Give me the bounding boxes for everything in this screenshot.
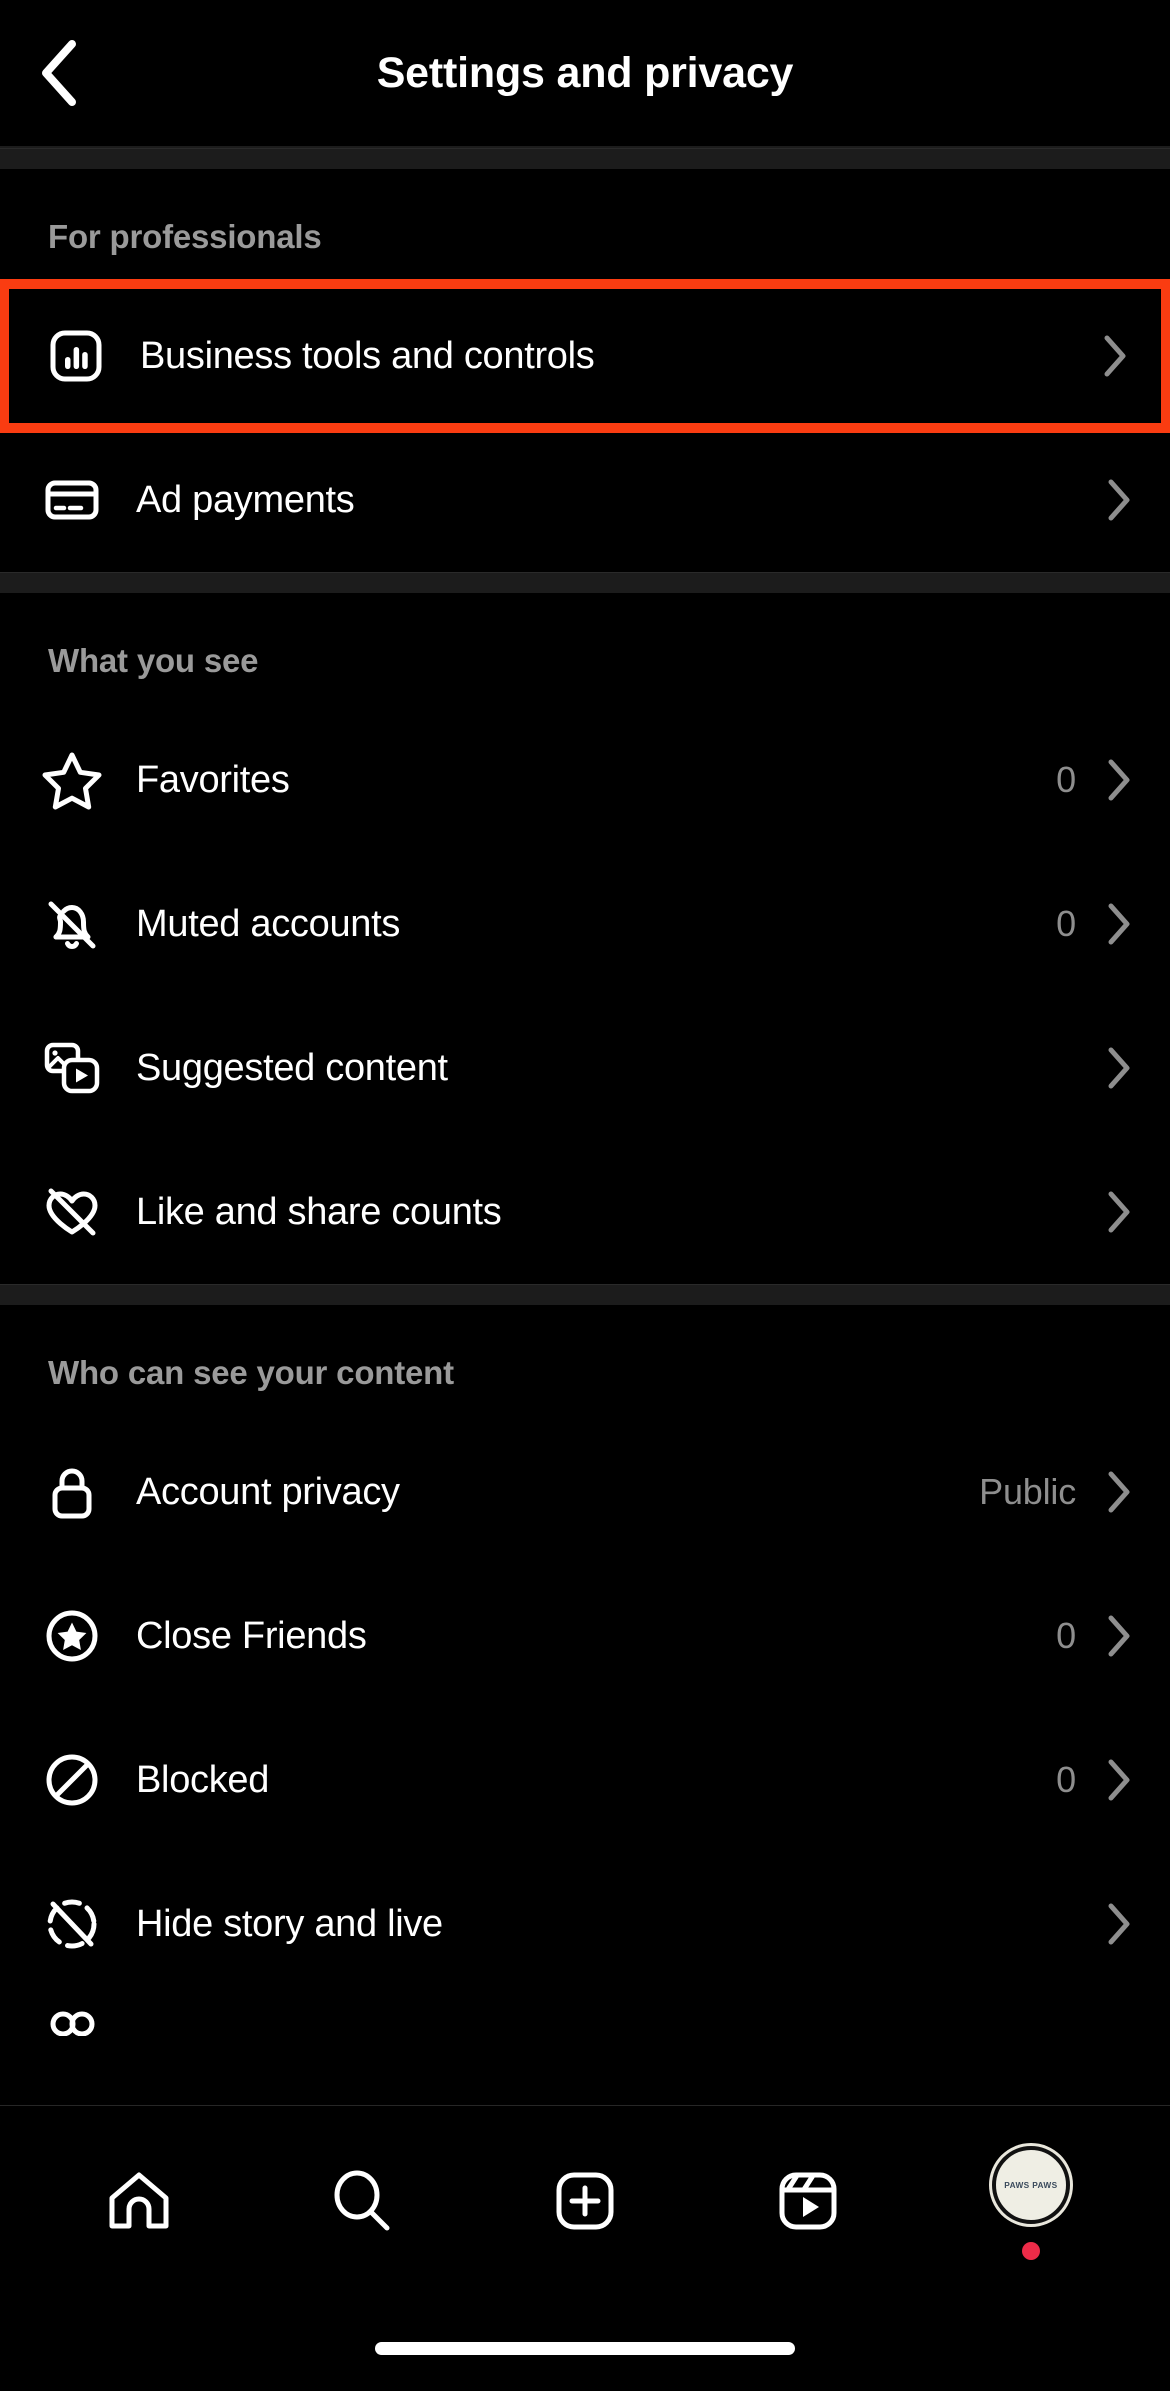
chevron-right-icon: [1102, 1046, 1136, 1090]
dashed-circle-slash-icon: [34, 1886, 110, 1962]
chevron-right-icon: [1102, 1470, 1136, 1514]
sidebar-item-like-and-share-counts[interactable]: Like and share counts: [0, 1140, 1170, 1284]
sidebar-item-blocked[interactable]: Blocked 0: [0, 1708, 1170, 1852]
back-button[interactable]: [16, 30, 102, 116]
home-indicator: [375, 2342, 795, 2355]
section-title-for-professionals: For professionals: [48, 218, 322, 255]
section-separator: [0, 572, 1170, 594]
sidebar-item-muted-accounts[interactable]: Muted accounts 0: [0, 852, 1170, 996]
chevron-right-icon: [1102, 1614, 1136, 1658]
chevron-right-icon: [1102, 1758, 1136, 1802]
list-item-partial[interactable]: [0, 1996, 1170, 2036]
sidebar-item-business-tools-and-controls[interactable]: Business tools and controls: [0, 279, 1170, 433]
row-value: 0: [1056, 1759, 1076, 1800]
lock-icon: [34, 1454, 110, 1530]
plus-square-icon: [556, 2172, 614, 2230]
nav-profile-button[interactable]: PAWS PAWS: [956, 2126, 1106, 2276]
star-outline-icon: [34, 742, 110, 818]
photo-video-icon: [34, 1030, 110, 1106]
reels-icon: [779, 2172, 837, 2230]
section-separator: [0, 1284, 1170, 1306]
row-label: Ad payments: [136, 478, 355, 521]
settings-screen: Settings and privacy For professionals B…: [0, 0, 1170, 2391]
row-label: Business tools and controls: [140, 334, 595, 377]
sidebar-item-close-friends[interactable]: Close Friends 0: [0, 1564, 1170, 1708]
row-label: Muted accounts: [136, 902, 401, 945]
section-title-who-can-see-your-content: Who can see your content: [48, 1354, 454, 1391]
section-for-professionals: For professionals Business tools and con…: [0, 170, 1170, 572]
row-value: 0: [1056, 1615, 1076, 1656]
chevron-right-icon: [1102, 1190, 1136, 1234]
row-value: 0: [1056, 903, 1076, 944]
row-label: Close Friends: [136, 1614, 367, 1657]
sidebar-item-account-privacy[interactable]: Account privacy Public: [0, 1420, 1170, 1564]
nav-create-button[interactable]: [510, 2126, 660, 2276]
sidebar-item-hide-story-and-live[interactable]: Hide story and live: [0, 1852, 1170, 1996]
section-separator: [0, 148, 1170, 170]
sidebar-item-favorites[interactable]: Favorites 0: [0, 708, 1170, 852]
row-value: Public: [979, 1471, 1076, 1512]
section-who-can-see-your-content: Who can see your content Account privacy…: [0, 1306, 1170, 2036]
nav-reels-button[interactable]: [733, 2126, 883, 2276]
page-title: Settings and privacy: [376, 48, 794, 97]
chevron-right-icon: [1102, 1902, 1136, 1946]
row-label: Hide story and live: [136, 1902, 443, 1945]
section-title-what-you-see: What you see: [48, 642, 259, 679]
chevron-right-icon: [1102, 478, 1136, 522]
nav-search-button[interactable]: [287, 2126, 437, 2276]
header-bar: Settings and privacy: [0, 0, 1170, 146]
heart-slash-icon: [34, 1174, 110, 1250]
star-circle-icon: [34, 1598, 110, 1674]
credit-card-icon: [34, 462, 110, 538]
bottom-navigation-bar: PAWS PAWS: [0, 2105, 1170, 2391]
nav-home-button[interactable]: [64, 2126, 214, 2276]
search-icon: [334, 2170, 390, 2231]
sidebar-item-suggested-content[interactable]: Suggested content: [0, 996, 1170, 1140]
row-label: Like and share counts: [136, 1190, 502, 1233]
avatar-label: PAWS PAWS: [1003, 2180, 1058, 2190]
row-value: 0: [1056, 759, 1076, 800]
bell-slash-icon: [34, 886, 110, 962]
bar-chart-square-icon: [38, 318, 114, 394]
people-icon: [34, 1996, 110, 2036]
avatar-wrapper: PAWS PAWS: [983, 2146, 1079, 2260]
chevron-left-icon: [42, 40, 76, 106]
section-what-you-see: What you see Favorites 0 Muted accounts …: [0, 594, 1170, 1284]
chevron-right-icon: [1098, 334, 1132, 378]
chevron-right-icon: [1102, 758, 1136, 802]
row-label: Favorites: [136, 758, 290, 801]
chevron-right-icon: [1102, 902, 1136, 946]
notification-dot: [1021, 2242, 1040, 2260]
home-icon: [109, 2172, 169, 2229]
block-circle-icon: [34, 1742, 110, 1818]
row-label: Suggested content: [136, 1046, 448, 1089]
row-label: Account privacy: [136, 1470, 400, 1513]
avatar: PAWS PAWS: [991, 2146, 1070, 2224]
row-label: Blocked: [136, 1758, 270, 1801]
sidebar-item-ad-payments[interactable]: Ad payments: [0, 428, 1170, 572]
